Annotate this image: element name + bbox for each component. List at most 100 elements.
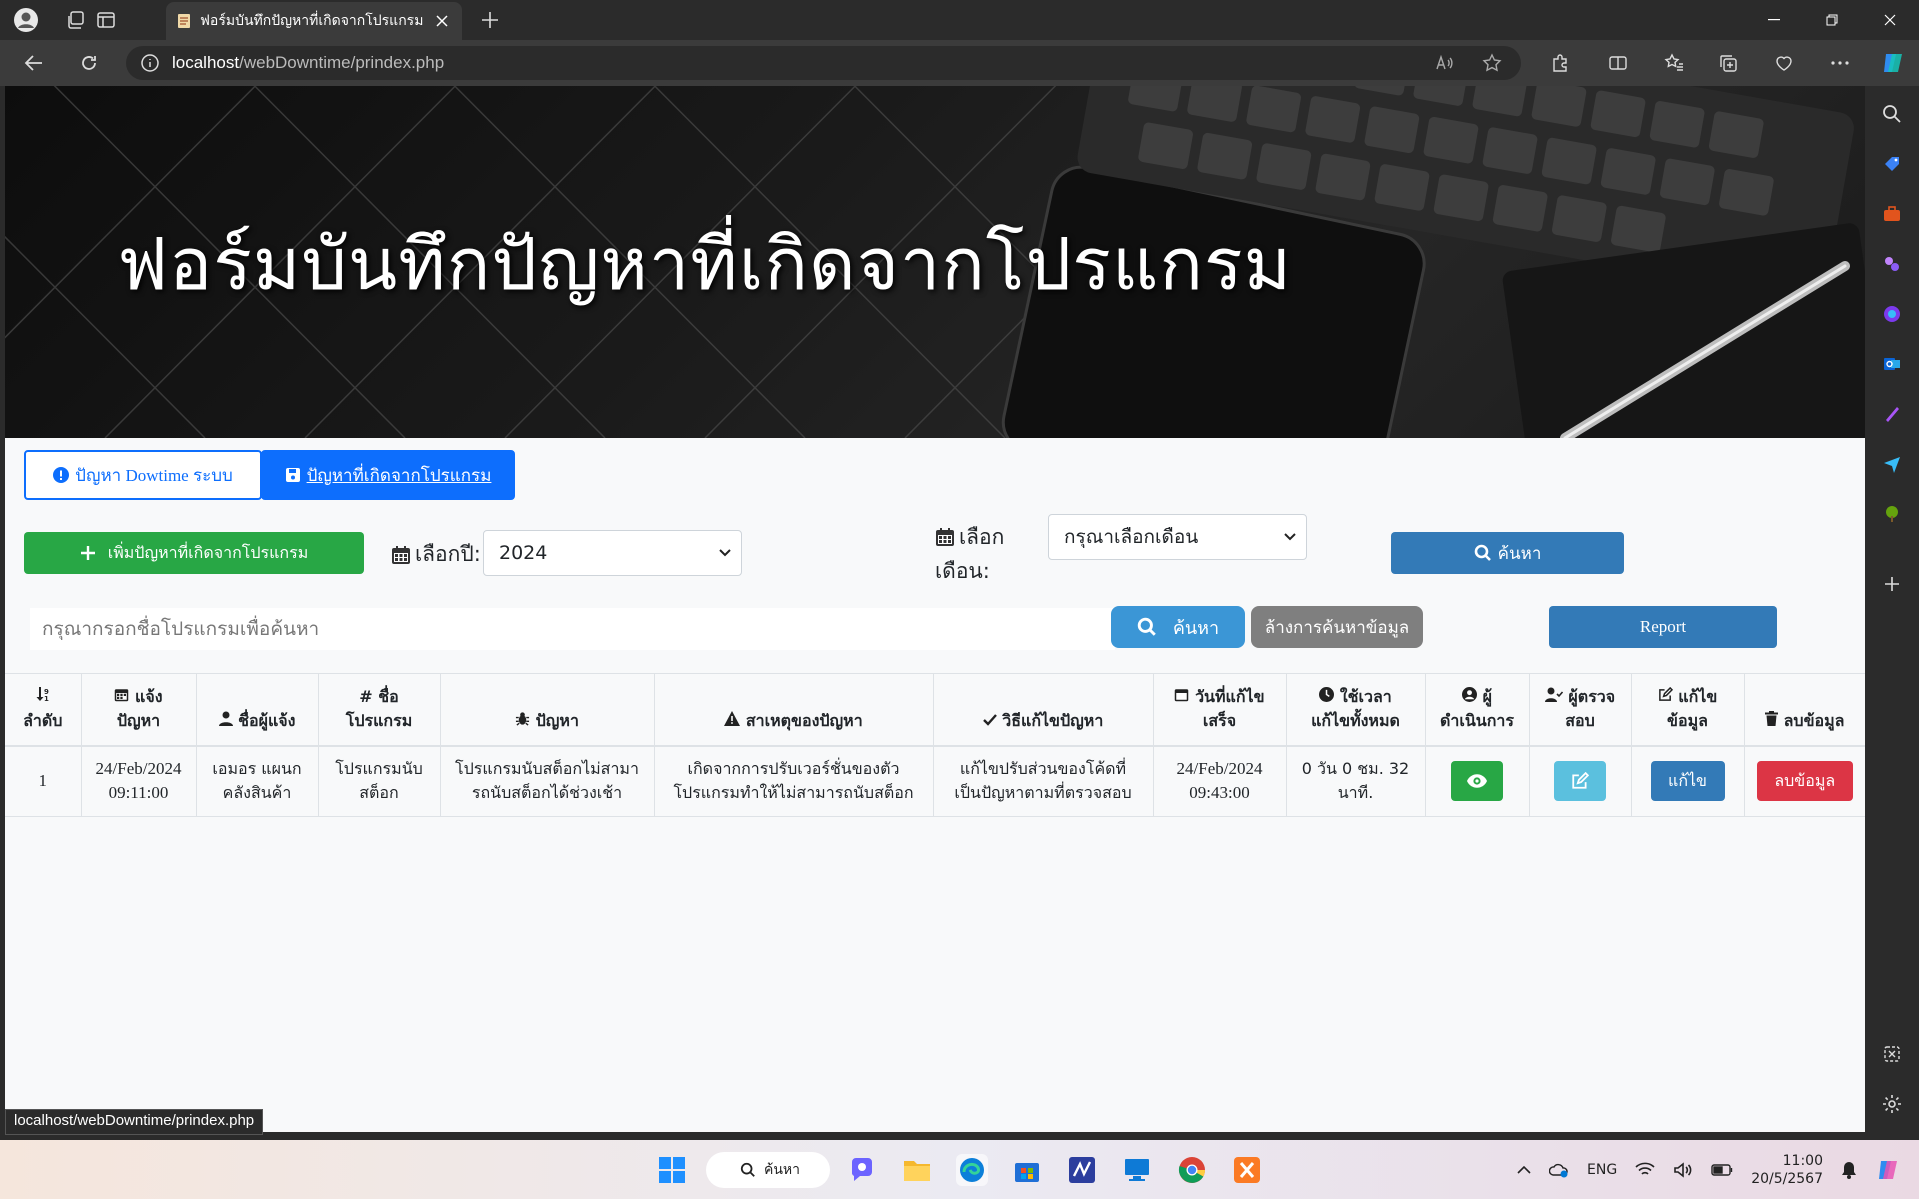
report-button[interactable]: Report bbox=[1549, 606, 1777, 648]
file-explorer-icon[interactable] bbox=[901, 1154, 933, 1186]
visual-studio-code-icon[interactable] bbox=[1066, 1154, 1098, 1186]
delete-button[interactable]: ลบข้อมูล bbox=[1756, 761, 1853, 802]
new-tab-icon[interactable] bbox=[476, 6, 504, 34]
read-aloud-icon[interactable] bbox=[1430, 49, 1458, 77]
year-select[interactable]: 2024 bbox=[483, 530, 742, 576]
add-sidebar-icon[interactable] bbox=[1878, 570, 1906, 598]
col-operator[interactable]: ผู้ ดำเนินการ bbox=[1424, 673, 1529, 747]
month-label-line2: เดือน: bbox=[935, 559, 990, 583]
col-report-date-l2: ปัญหา bbox=[116, 710, 161, 730]
tab-program-problems[interactable]: ปัญหาที่เกิดจากโปรแกรม bbox=[261, 450, 515, 500]
copilot-sidebar-icon[interactable] bbox=[1878, 300, 1906, 328]
notification-bell-icon[interactable] bbox=[1841, 1161, 1857, 1179]
clock-date: 20/5/2567 bbox=[1751, 1170, 1823, 1187]
back-icon[interactable] bbox=[20, 49, 48, 77]
col-fix-date-l2: เสร็จ bbox=[1202, 710, 1237, 730]
col-no[interactable]: 91 ลำดับ bbox=[5, 673, 81, 747]
copilot-icon[interactable] bbox=[1879, 49, 1907, 77]
filter-search-button[interactable]: ค้นหา bbox=[1391, 532, 1624, 574]
tools-icon[interactable] bbox=[1878, 200, 1906, 228]
xampp-icon[interactable] bbox=[1231, 1154, 1263, 1186]
clock[interactable]: 11:00 20/5/2567 bbox=[1751, 1152, 1823, 1188]
edge-browser-icon[interactable] bbox=[956, 1154, 988, 1186]
col-report-date[interactable]: แจ้ง ปัญหา bbox=[80, 673, 196, 747]
tab-downtime-problems[interactable]: ปัญหา Dowtime ระบบ bbox=[24, 450, 262, 500]
active-tab[interactable]: ฟอร์มบันทึกปัญหาที่เกิดจากโปรแกรม bbox=[166, 2, 462, 40]
cell-no: 1 bbox=[5, 745, 81, 817]
month-select[interactable]: กรุณาเลือกเดือน bbox=[1048, 514, 1307, 560]
more-menu-icon[interactable] bbox=[1826, 49, 1854, 77]
vertical-tabs-icon[interactable] bbox=[92, 6, 120, 34]
send-icon[interactable] bbox=[1878, 450, 1906, 478]
col-inspector[interactable]: ผู้ตรวจ สอบ bbox=[1528, 673, 1631, 747]
cell-solution-l1: แก้ไขปรับส่วนของโค้ดที่ bbox=[959, 759, 1127, 779]
taskbar-search-label: ค้นหา bbox=[764, 1162, 801, 1178]
problems-table: 91 ลำดับ แจ้ง ปัญหา ชื่อผู้แจ้ง # ชื่อ โ… bbox=[5, 673, 1865, 817]
split-screen-icon[interactable] bbox=[1604, 49, 1632, 77]
col-delete[interactable]: ลบข้อมูล bbox=[1743, 673, 1865, 747]
edit-button[interactable]: แก้ไข bbox=[1650, 761, 1725, 802]
inspect-edit-button[interactable] bbox=[1554, 761, 1606, 802]
profile-icon[interactable] bbox=[12, 6, 40, 34]
onedrive-icon[interactable] bbox=[1549, 1162, 1569, 1178]
col-fix-date[interactable]: วันที่แก้ไข เสร็จ bbox=[1152, 673, 1286, 747]
shopping-icon[interactable] bbox=[1878, 150, 1906, 178]
settings-gear-icon[interactable] bbox=[1878, 1090, 1906, 1118]
svg-text:1: 1 bbox=[44, 695, 49, 702]
program-search-input[interactable]: กรุณากรอกชื่อโปรแกรมเพื่อค้นหา bbox=[30, 608, 1115, 650]
volume-icon[interactable] bbox=[1673, 1161, 1693, 1178]
tree-icon[interactable] bbox=[1878, 500, 1906, 528]
designer-icon[interactable] bbox=[1878, 400, 1906, 428]
browser-essentials-icon[interactable] bbox=[1770, 49, 1798, 77]
col-program[interactable]: # ชื่อ โปรแกรม bbox=[317, 673, 440, 747]
close-tab-icon[interactable] bbox=[432, 11, 452, 31]
col-solution[interactable]: วิธีแก้ไขปัญหา bbox=[932, 673, 1153, 747]
url-host: localhost bbox=[172, 53, 240, 72]
battery-icon[interactable] bbox=[1711, 1163, 1733, 1176]
restore-icon[interactable] bbox=[1803, 0, 1861, 40]
col-reporter[interactable]: ชื่อผู้แจ้ง bbox=[195, 673, 318, 747]
col-duration[interactable]: ใช้เวลา แก้ไขทั้งหมด bbox=[1285, 673, 1425, 747]
wifi-icon[interactable] bbox=[1635, 1162, 1655, 1178]
screenshot-icon[interactable] bbox=[1878, 1040, 1906, 1068]
cell-fix-date-time: 09:43:00 bbox=[1189, 783, 1250, 803]
cell-cause: เกิดจากการปรับเวอร์ชั่นของตัว โปรแกรมทำใ… bbox=[653, 745, 933, 817]
site-info-icon[interactable] bbox=[140, 53, 160, 73]
copilot-taskbar-icon[interactable] bbox=[1875, 1157, 1901, 1183]
month-label-line1: เลือก bbox=[959, 525, 1005, 549]
add-problem-button[interactable]: เพิ่มปัญหาที่เกิดจากโปรแกรม bbox=[24, 532, 364, 574]
search-icon bbox=[1137, 617, 1157, 637]
check-icon bbox=[982, 713, 997, 726]
outlook-icon[interactable] bbox=[1878, 350, 1906, 378]
chevron-up-icon[interactable] bbox=[1517, 1165, 1531, 1174]
close-window-icon[interactable] bbox=[1861, 0, 1919, 40]
favorite-star-icon[interactable] bbox=[1478, 49, 1506, 77]
taskbar-search[interactable]: ค้นหา bbox=[706, 1152, 830, 1188]
program-search-button[interactable]: ค้นหา bbox=[1111, 606, 1245, 648]
store-icon[interactable] bbox=[1011, 1154, 1043, 1186]
col-cause[interactable]: สาเหตุของปัญหา bbox=[653, 673, 933, 747]
chat-app-icon[interactable] bbox=[846, 1154, 878, 1186]
minimize-icon[interactable] bbox=[1745, 0, 1803, 40]
language-indicator[interactable]: ENG bbox=[1587, 1162, 1617, 1178]
games-icon[interactable] bbox=[1878, 250, 1906, 278]
col-edit[interactable]: แก้ไข ข้อมูล bbox=[1630, 673, 1744, 747]
refresh-icon[interactable] bbox=[75, 49, 103, 77]
cell-problem-l1: โปรแกรมนับสต็อกไม่สามา bbox=[455, 759, 639, 779]
cell-reporter: เอมอร แผนก คลังสินค้า bbox=[195, 745, 318, 817]
view-button[interactable] bbox=[1451, 761, 1503, 802]
calendar-check-icon bbox=[1174, 687, 1189, 702]
sidebar-search-icon[interactable] bbox=[1878, 100, 1906, 128]
clear-search-button[interactable]: ล้างการค้นหาข้อมูล bbox=[1251, 606, 1423, 648]
collections-icon[interactable] bbox=[1714, 49, 1742, 77]
extensions-icon[interactable] bbox=[1546, 49, 1574, 77]
chrome-icon[interactable] bbox=[1176, 1154, 1208, 1186]
windows-start-icon[interactable] bbox=[656, 1154, 688, 1186]
workspaces-icon[interactable] bbox=[62, 6, 90, 34]
warning-icon bbox=[724, 710, 741, 726]
remote-desktop-icon[interactable] bbox=[1121, 1154, 1153, 1186]
col-problem[interactable]: ปัญหา bbox=[439, 673, 654, 747]
address-bar[interactable]: localhost/webDowntime/prindex.php bbox=[126, 46, 1521, 80]
favorites-icon[interactable] bbox=[1660, 49, 1688, 77]
search-placeholder: กรุณากรอกชื่อโปรแกรมเพื่อค้นหา bbox=[42, 618, 320, 640]
